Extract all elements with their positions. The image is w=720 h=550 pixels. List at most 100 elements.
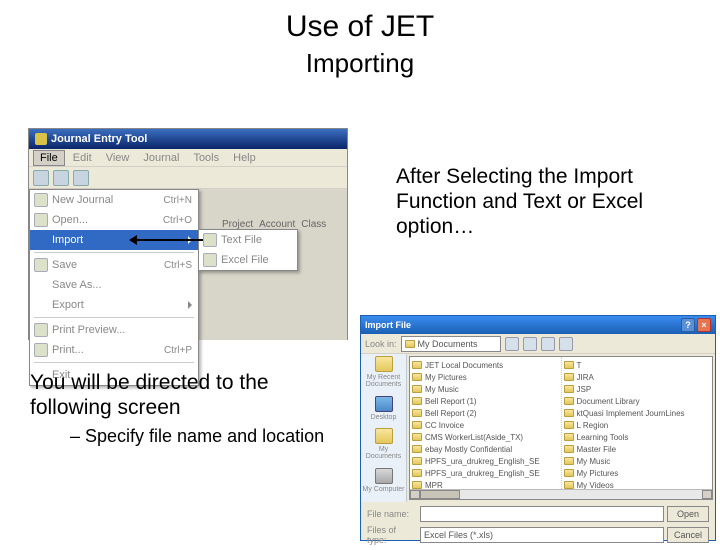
file-item[interactable]: JSP bbox=[564, 383, 711, 395]
back-icon[interactable] bbox=[505, 337, 519, 351]
lookin-combo[interactable]: My Documents bbox=[401, 336, 501, 352]
toolbar-open-icon[interactable] bbox=[53, 170, 69, 186]
file-item[interactable]: HPFS_ura_drukreg_English_SE bbox=[412, 467, 559, 479]
file-item-label: CC Invoice bbox=[425, 421, 464, 430]
file-item[interactable]: My Pictures bbox=[564, 467, 711, 479]
instruction-left-main: You will be directed to the following sc… bbox=[30, 370, 340, 420]
folder-icon bbox=[405, 340, 415, 348]
file-item-label: ktQuasi Implement JournLines bbox=[577, 409, 685, 418]
jet-window: Journal Entry Tool File Edit View Journa… bbox=[28, 128, 348, 340]
submenu-label: Text File bbox=[221, 234, 262, 246]
jet-menubar: File Edit View Journal Tools Help bbox=[29, 149, 347, 167]
filetype-label: Files of type: bbox=[367, 525, 417, 545]
menubar-help[interactable]: Help bbox=[227, 151, 262, 165]
folder-icon bbox=[412, 421, 422, 429]
file-item[interactable]: My Music bbox=[412, 383, 559, 395]
file-item-label: Document Library bbox=[577, 397, 640, 406]
file-item-label: ebay Mostly Confidential bbox=[425, 445, 512, 454]
app-icon bbox=[35, 133, 47, 145]
print-icon bbox=[34, 343, 48, 357]
cancel-button[interactable]: Cancel bbox=[667, 527, 709, 543]
close-button-icon[interactable]: × bbox=[697, 318, 711, 332]
file-item[interactable]: CMS WorkerList(Aside_TX) bbox=[412, 431, 559, 443]
toolbar-save-icon[interactable] bbox=[73, 170, 89, 186]
menu-save-as[interactable]: Save As... bbox=[30, 275, 198, 295]
file-item-label: My Pictures bbox=[425, 373, 467, 382]
toolbar-new-icon[interactable] bbox=[33, 170, 49, 186]
folder-icon bbox=[412, 385, 422, 393]
import-toolbar: Look in: My Documents bbox=[361, 334, 715, 354]
menu-print-preview[interactable]: Print Preview... bbox=[30, 320, 198, 340]
menubar-view[interactable]: View bbox=[100, 151, 136, 165]
folder-icon bbox=[412, 373, 422, 381]
file-item[interactable]: Bell Report (1) bbox=[412, 395, 559, 407]
file-item-label: Bell Report (1) bbox=[425, 397, 477, 406]
file-item-label: JSP bbox=[577, 385, 592, 394]
menu-separator bbox=[34, 362, 194, 363]
menubar-journal[interactable]: Journal bbox=[137, 151, 185, 165]
file-item[interactable]: ktQuasi Implement JournLines bbox=[564, 407, 711, 419]
place-label: My Recent Documents bbox=[361, 374, 406, 388]
scroll-left-icon[interactable] bbox=[410, 490, 420, 499]
file-item[interactable]: JET Local Documents bbox=[412, 359, 559, 371]
file-item[interactable]: HPFS_ura_drukreg_English_SE bbox=[412, 455, 559, 467]
file-item-label: Bell Report (2) bbox=[425, 409, 477, 418]
menu-label: Print... bbox=[52, 344, 160, 356]
horizontal-scrollbar[interactable] bbox=[410, 489, 712, 499]
submenu-label: Excel File bbox=[221, 254, 269, 266]
lookin-value: My Documents bbox=[418, 339, 478, 349]
filetype-combo[interactable]: Excel Files (*.xls) bbox=[420, 527, 664, 543]
help-button-icon[interactable]: ? bbox=[681, 318, 695, 332]
file-item[interactable]: Bell Report (2) bbox=[412, 407, 559, 419]
folder-icon bbox=[412, 481, 422, 489]
menu-label: Print Preview... bbox=[52, 324, 192, 336]
file-item[interactable]: My Music bbox=[564, 455, 711, 467]
file-item[interactable]: Document Library bbox=[564, 395, 711, 407]
file-item[interactable]: Master File bbox=[564, 443, 711, 455]
file-item[interactable]: CC Invoice bbox=[412, 419, 559, 431]
folder-icon bbox=[564, 433, 574, 441]
file-item[interactable]: JIRA bbox=[564, 371, 711, 383]
file-list[interactable]: JET Local DocumentsMy PicturesMy MusicBe… bbox=[409, 356, 713, 500]
place-mydocs[interactable]: My Documents bbox=[361, 426, 406, 462]
menu-print[interactable]: Print... Ctrl+P bbox=[30, 340, 198, 360]
folder-icon bbox=[412, 361, 422, 369]
new-folder-icon[interactable] bbox=[541, 337, 555, 351]
col-class: Class bbox=[301, 219, 326, 230]
views-icon[interactable] bbox=[559, 337, 573, 351]
scroll-right-icon[interactable] bbox=[702, 490, 712, 499]
lookin-label: Look in: bbox=[365, 339, 397, 349]
menu-new-journal[interactable]: New Journal Ctrl+N bbox=[30, 190, 198, 210]
mydocs-icon bbox=[375, 428, 393, 444]
submenu-text-file[interactable]: Text File bbox=[199, 230, 297, 250]
filename-input[interactable] bbox=[420, 506, 664, 522]
place-label: Desktop bbox=[371, 414, 397, 421]
place-desktop[interactable]: Desktop bbox=[361, 390, 406, 426]
file-item-label: HPFS_ura_drukreg_English_SE bbox=[425, 457, 540, 466]
menubar-tools[interactable]: Tools bbox=[187, 151, 225, 165]
open-icon bbox=[34, 213, 48, 227]
place-mycomputer[interactable]: My Computer bbox=[361, 462, 406, 498]
file-item[interactable]: L Region bbox=[564, 419, 711, 431]
scroll-track[interactable] bbox=[460, 490, 702, 499]
folder-icon bbox=[564, 469, 574, 477]
menu-open[interactable]: Open... Ctrl+O bbox=[30, 210, 198, 230]
place-recent[interactable]: My Recent Documents bbox=[361, 354, 406, 390]
import-body: My Recent Documents Desktop My Documents… bbox=[361, 354, 715, 502]
file-item[interactable]: ebay Mostly Confidential bbox=[412, 443, 559, 455]
print-preview-icon bbox=[34, 323, 48, 337]
scroll-thumb[interactable] bbox=[420, 490, 460, 499]
menu-export[interactable]: Export bbox=[30, 295, 198, 315]
jet-titlebar: Journal Entry Tool bbox=[29, 129, 347, 149]
menubar-file[interactable]: File bbox=[33, 150, 65, 166]
open-button[interactable]: Open bbox=[667, 506, 709, 522]
submenu-excel-file[interactable]: Excel File bbox=[199, 250, 297, 270]
menu-label: Save bbox=[52, 259, 160, 271]
menubar-edit[interactable]: Edit bbox=[67, 151, 98, 165]
file-item[interactable]: Learning Tools bbox=[564, 431, 711, 443]
file-item[interactable]: T bbox=[564, 359, 711, 371]
menu-save[interactable]: Save Ctrl+S bbox=[30, 255, 198, 275]
file-item[interactable]: My Pictures bbox=[412, 371, 559, 383]
up-folder-icon[interactable] bbox=[523, 337, 537, 351]
menu-separator bbox=[34, 317, 194, 318]
